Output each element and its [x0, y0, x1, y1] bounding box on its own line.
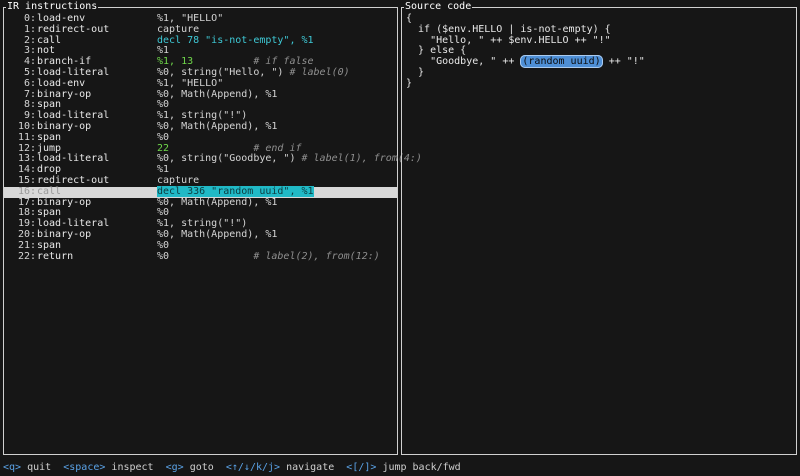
instruction-opcode: call [37, 185, 62, 197]
instruction-arg: %0 [157, 131, 170, 143]
instruction-comment: # label(2), from(12:) [169, 250, 380, 262]
source-pane-title: Source code [404, 1, 473, 13]
instruction-row[interactable]: 22: return %0 # label(2), from(12:) [4, 250, 397, 263]
source-line: } [406, 66, 425, 78]
instruction-opcode: load-env [37, 77, 86, 89]
instruction-row[interactable]: 17: binary-op %0, Math(Append), %1 [4, 196, 397, 209]
instruction-comment: # end if [169, 142, 302, 154]
instruction-index: 16: [17, 185, 36, 197]
ir-pane-title: IR instructions [6, 1, 99, 13]
keybinding-description: navigate [286, 462, 335, 473]
instruction-arg: %0 [157, 239, 170, 251]
keybinding-key[interactable]: <↑/↓/k/j> [226, 462, 280, 473]
keybinding-description: goto [189, 462, 214, 473]
instruction-arg: %1 [157, 164, 170, 176]
instruction-arg: %1, string("!") [157, 110, 248, 122]
instruction-arg: %0, Math(Append), %1 [157, 228, 278, 240]
source-code-pane[interactable]: Source code { if ($env.HELLO | is-not-em… [401, 1, 797, 455]
instruction-opcode: return [37, 250, 74, 262]
instruction-arg: %1, "HELLO" [157, 13, 224, 24]
instruction-opcode: redirect-out [37, 23, 110, 35]
ir-instruction-list[interactable]: 0: load-env %1, "HELLO" 1: redirect-out captu… [4, 13, 422, 263]
instruction-arg: decl 78 "is-not-empty", %1 [157, 34, 314, 46]
source-line: "Goodbye, " ++ (random uuid) ++ "!" [406, 55, 645, 69]
keybinding-key[interactable]: <g> [166, 462, 184, 473]
instruction-arg: %0 [157, 99, 170, 111]
instruction-arg: %1, 13 [157, 56, 194, 68]
instruction-index: 22: [17, 250, 36, 262]
instruction-arg: %0 [157, 250, 170, 262]
instruction-opcode: span [37, 131, 62, 143]
keybinding-description: inspect [111, 462, 154, 473]
instruction-arg: 22 [157, 142, 170, 154]
keybinding-key[interactable]: <[/]> [346, 462, 376, 473]
instruction-index: 6: [23, 77, 36, 89]
instruction-args: %0, Math(Append), %1 [157, 196, 278, 209]
instruction-arg: %0, Math(Append), %1 [157, 120, 278, 132]
instruction-args: %0, Math(Append), %1 [157, 88, 278, 101]
keybinding-description: quit [27, 462, 52, 473]
instruction-args: %0, string("Goodbye, ") # label(1), from… [157, 153, 422, 165]
instruction-row[interactable]: 13: load-literal %0, string("Goodbye, ") #… [4, 153, 422, 165]
instruction-args: decl 78 "is-not-empty", %1 [157, 34, 314, 47]
instruction-arg: capture [157, 23, 200, 35]
instruction-args: %0, Math(Append), %1 [157, 120, 278, 133]
instruction-index: 1: [23, 23, 36, 35]
instruction-opcode: span [37, 239, 62, 251]
source-code-lines: { if ($env.HELLO | is-not-empty) { "Hell… [406, 13, 792, 90]
instruction-arg: capture [157, 174, 200, 186]
source-line: } [406, 77, 413, 89]
instruction-index: 11: [17, 131, 36, 143]
keybinding-description: jump back/fwd [382, 462, 461, 473]
instruction-args: %0 # label(2), from(12:) [157, 250, 380, 263]
ir-instructions-pane[interactable]: IR instructions 0: load-env %1, "HELLO" 1: r… [3, 1, 422, 455]
instruction-arg: %0, Math(Append), %1 [157, 88, 278, 100]
instruction-arg: %1, string("!") [157, 218, 248, 230]
instruction-row[interactable]: 7: binary-op %0, Math(Append), %1 [4, 88, 397, 101]
instruction-row[interactable]: 2: call decl 78 "is-not-empty", %1 [4, 34, 397, 47]
keybinding-key[interactable]: <space> [63, 462, 105, 473]
instruction-arg: %1, "HELLO" [157, 77, 224, 89]
instruction-arg: decl 336 "random uuid", %1 [157, 185, 314, 197]
instruction-comment: # label(0) [289, 66, 350, 78]
keybinding-key[interactable]: <q> [3, 462, 21, 473]
source-line: if ($env.HELLO | is-not-empty) { [406, 23, 611, 35]
instruction-arg: %0, string("Goodbye, ") [157, 153, 302, 165]
instruction-comment: # if false [193, 56, 314, 68]
instruction-arg: %0, Math(Append), %1 [157, 196, 278, 208]
highlighted-source-span: (random uuid) [520, 55, 603, 69]
instruction-row[interactable]: 20: binary-op %0, Math(Append), %1 [4, 228, 397, 241]
instruction-arg: %0 [157, 207, 170, 219]
instruction-arg: %0, string("Hello, ") [157, 66, 290, 78]
keybinding-footer: <q> quit <space> inspect <g> goto <↑/↓/k… [3, 462, 797, 474]
instruction-arg: %1 [157, 45, 170, 57]
instruction-args: %0, Math(Append), %1 [157, 228, 278, 241]
instruction-row[interactable]: 10: binary-op %0, Math(Append), %1 [4, 120, 397, 133]
instruction-index: 21: [17, 239, 36, 251]
